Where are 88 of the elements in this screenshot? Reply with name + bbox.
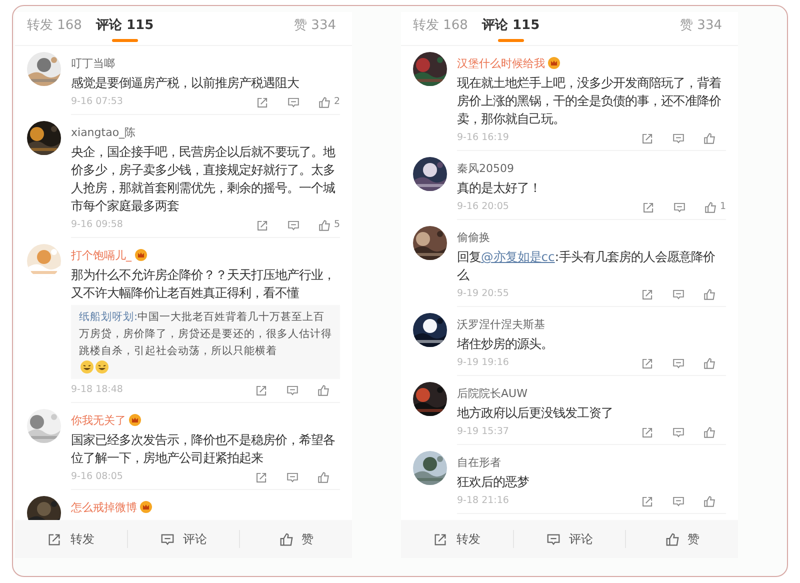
share-icon — [47, 532, 62, 546]
like-count: 1 — [720, 200, 726, 214]
comment-icon[interactable] — [672, 288, 685, 300]
crown-badge-icon — [129, 414, 141, 426]
comment-icon[interactable] — [286, 470, 299, 484]
tab[interactable]: 评论 115 — [96, 18, 154, 42]
comment-text: 堵住炒房的源头。 — [457, 336, 554, 353]
username[interactable]: 自在形者 — [457, 456, 501, 469]
share-icon[interactable] — [641, 356, 654, 370]
crown-badge-icon — [140, 501, 152, 513]
share-icon[interactable] — [642, 200, 655, 214]
username[interactable]: xiangtao_陈 — [71, 126, 136, 139]
timestamp: 9-16 08:05 — [71, 470, 123, 484]
laughing-emoji-icon — [95, 360, 109, 374]
tab[interactable]: 评论 115 — [482, 18, 540, 42]
timestamp: 9-16 07:53 — [71, 94, 123, 109]
comment-icon[interactable] — [672, 132, 685, 144]
username[interactable]: 偷偷换 — [457, 231, 490, 244]
share-icon[interactable] — [256, 218, 269, 232]
comment-icon — [160, 532, 175, 546]
comment-icon — [546, 532, 561, 546]
comment-text: 回复@亦复如是cc:手头有几套房的人会愿意降价么 — [457, 249, 716, 284]
timestamp: 9-19 15:37 — [457, 424, 509, 439]
share-button[interactable]: 转发 — [401, 520, 513, 558]
timestamp: 9-16 09:58 — [71, 218, 123, 232]
comment-text: 感觉是要倒逼房产税，以前推房产税遇阻大 — [71, 75, 300, 92]
timestamp: 9-18 18:48 — [71, 382, 123, 397]
crown-badge-icon — [134, 249, 146, 261]
timestamp: 9-16 16:19 — [457, 130, 509, 145]
thumbs-up-icon[interactable] — [317, 470, 330, 484]
username[interactable]: 怎么戒掉微博 — [71, 501, 137, 514]
comment-text: 真的是太好了！ — [457, 180, 542, 197]
thumbs-up-icon — [664, 532, 680, 546]
tab[interactable]: 赞 334 — [680, 18, 722, 42]
username[interactable]: 叮丁当啷 — [71, 57, 115, 70]
share-icon[interactable] — [255, 470, 268, 484]
timestamp: 9-18 21:16 — [457, 494, 509, 508]
share-icon[interactable] — [641, 494, 654, 508]
crown-badge-icon — [548, 57, 560, 69]
username[interactable]: 后院院长AUW — [457, 387, 528, 400]
thumbs-up-icon[interactable] — [703, 288, 716, 300]
thumbs-up-icon[interactable] — [703, 356, 716, 370]
timestamp: 9-19 20:55 — [457, 286, 509, 301]
timestamp: 9-19 19:16 — [457, 356, 509, 370]
comment-icon[interactable] — [672, 494, 685, 508]
thumbs-up-icon[interactable] — [317, 384, 330, 396]
comment-icon[interactable] — [286, 218, 300, 232]
share-button[interactable]: 转发 — [15, 520, 127, 558]
like-count: 2 — [334, 94, 340, 109]
share-icon[interactable] — [255, 384, 268, 396]
comment-icon[interactable] — [672, 426, 685, 438]
share-icon[interactable] — [641, 426, 654, 438]
reply-text: 纸船划呀划:中国一大批老百姓背着几十万甚至上百万房贷，房价降了，房贷还是要还的，很多人估计得跳楼自杀，引起社会动荡，所以只能横着 — [79, 310, 332, 359]
thumbs-up-icon[interactable] — [703, 132, 716, 144]
share-icon — [433, 532, 448, 546]
thumbs-up-icon — [278, 532, 294, 546]
timestamp: 9-16 20:05 — [457, 200, 509, 214]
comment-text: 狂欢后的恶梦 — [457, 474, 530, 491]
comment-icon[interactable] — [286, 384, 299, 396]
username[interactable]: 沃罗涅什涅夫斯基 — [457, 318, 545, 331]
username[interactable]: 汉堡什么时候给我 — [457, 57, 545, 70]
thumbs-up-icon[interactable] — [704, 200, 717, 214]
comment-text: 那为什么不允许房企降价？？天天打压地产行业，又不许大幅降价让老百姓真正得利，看不懂 — [71, 267, 336, 302]
comment-icon[interactable] — [672, 200, 686, 214]
comment-text: 央企，国企接手吧，民营房企以后就不要玩了。地价多少，房子卖多少钱，直接规定好就行了。太多人抢房，那就首套刚需优先，剩余的摇号。一个城市每个家庭最多两套 — [71, 144, 336, 215]
like-count: 5 — [334, 218, 340, 232]
comment-icon[interactable] — [672, 356, 685, 370]
username[interactable]: 秦风20509 — [457, 162, 514, 175]
comment-icon[interactable] — [286, 96, 300, 108]
share-icon[interactable] — [641, 132, 654, 144]
thumbs-up-icon[interactable] — [318, 96, 331, 108]
like-button[interactable]: 赞 — [240, 520, 352, 558]
tab[interactable]: 赞 334 — [294, 18, 336, 42]
share-icon[interactable] — [256, 96, 269, 108]
comment-button[interactable]: 评论 — [128, 520, 240, 558]
thumbs-up-icon[interactable] — [703, 494, 716, 508]
laughing-emoji-icon — [80, 360, 94, 374]
share-icon[interactable] — [641, 288, 654, 300]
username[interactable]: 打个饱嗝儿_ — [71, 249, 132, 262]
thumbs-up-icon[interactable] — [318, 218, 331, 232]
thumbs-up-icon[interactable] — [703, 426, 716, 438]
username[interactable]: 你我无关了 — [71, 414, 126, 427]
mention-link[interactable]: @亦复如是cc — [481, 250, 555, 264]
comment-text: 国家已经多次发告示，降价也不是稳房价，希望各位了解一下，房地产公司赶紧拍起来 — [71, 432, 336, 467]
like-button[interactable]: 赞 — [626, 520, 738, 558]
comment-button[interactable]: 评论 — [514, 520, 626, 558]
comment-text: 地方政府以后更没钱发工资了 — [457, 405, 614, 422]
comment-text: 现在就土地烂手上吧，没多少开发商陪玩了，背着房价上涨的黑锅，干的全是负债的事，还不准降价卖，那你就自己玩。 — [457, 75, 722, 128]
